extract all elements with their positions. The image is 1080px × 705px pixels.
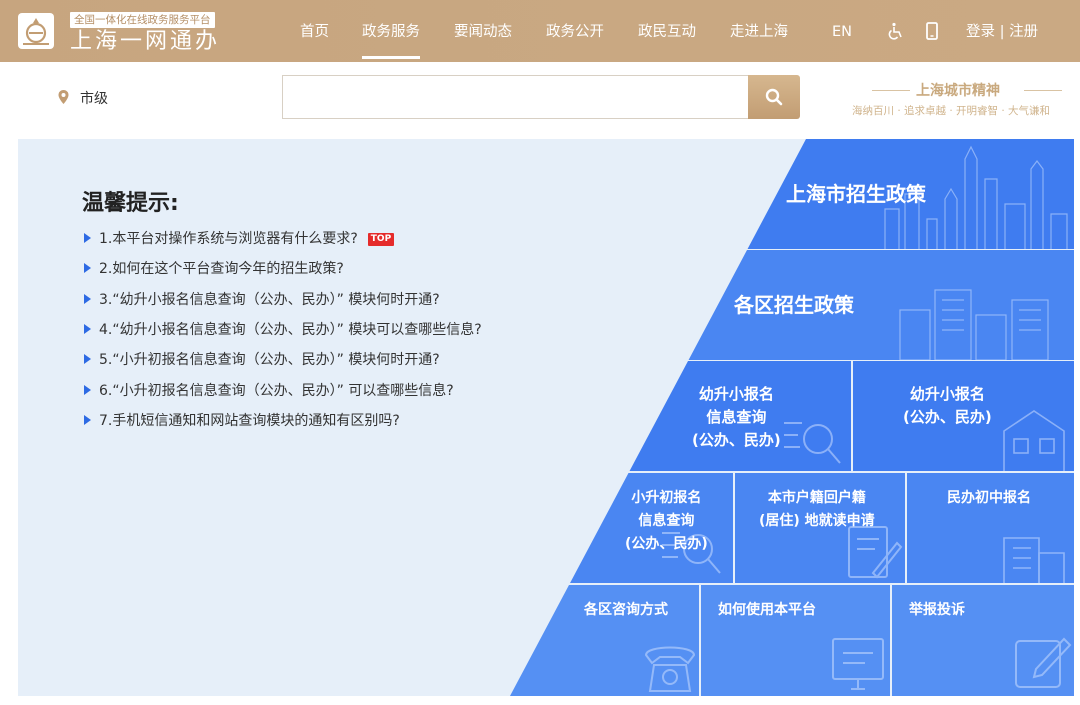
- mobile-phone-icon[interactable]: [923, 22, 941, 40]
- triangle-bullet-icon: [84, 294, 91, 304]
- tile-k1-query-label: 幼升小报名 信息查询 (公办、民办): [692, 385, 781, 449]
- tip-link[interactable]: 4.“幼升小报名信息查询（公办、民办）” 模块可以查哪些信息?: [84, 319, 482, 339]
- tip-link[interactable]: 1.本平台对操作系统与浏览器有什么要求? TOP: [84, 228, 395, 248]
- tile-district-contact-label: 各区咨询方式: [584, 602, 668, 618]
- triangle-bullet-icon: [84, 354, 91, 364]
- tile-k1-apply-label: 幼升小报名 (公办、民办): [903, 385, 992, 426]
- tile-k1-apply[interactable]: 幼升小报名 (公办、民办): [853, 361, 1074, 471]
- triangle-bullet-icon: [84, 324, 91, 334]
- tile-city-policy-label: 上海市招生政策: [786, 182, 926, 206]
- tip-link[interactable]: 2.如何在这个平台查询今年的招生政策?: [84, 258, 344, 278]
- location-pin-icon: [58, 90, 69, 104]
- nav-item-gov-public[interactable]: 政务公开: [546, 0, 604, 62]
- login-register-link[interactable]: 登录 | 注册: [966, 0, 1038, 62]
- search-input[interactable]: [282, 75, 748, 119]
- tip-link[interactable]: 6.“小升初报名信息查询（公办、民办）” 可以查哪些信息?: [84, 380, 454, 400]
- logo-icon[interactable]: [18, 13, 54, 49]
- location-selector[interactable]: 市级: [80, 88, 108, 108]
- tile-district-policy-label: 各区招生政策: [734, 293, 854, 317]
- monitor-icon: [832, 638, 884, 690]
- search-icon: [765, 88, 783, 106]
- tip-link[interactable]: 3.“幼升小报名信息查询（公办、民办）” 模块何时开通?: [84, 289, 440, 309]
- tile-how-to-use[interactable]: 如何使用本平台: [701, 585, 890, 696]
- school-building-icon: [1003, 537, 1065, 583]
- tile-p6-query-label: 小升初报名 信息查询 (公办、民办): [625, 490, 708, 552]
- divider-line: [872, 90, 910, 91]
- triangle-bullet-icon: [84, 263, 91, 273]
- nav-item-home[interactable]: 首页: [300, 0, 329, 62]
- tile-private-middle[interactable]: 民办初中报名: [907, 473, 1074, 583]
- tile-hukou-return-label: 本市户籍回户籍 (居住) 地就读申请: [759, 490, 875, 529]
- school-building-icon: [1003, 410, 1065, 471]
- nav-item-about-shanghai[interactable]: 走进上海: [730, 0, 788, 62]
- tile-report-label: 举报投诉: [909, 602, 965, 618]
- triangle-bullet-icon: [84, 415, 91, 425]
- nav-item-interaction[interactable]: 政民互动: [638, 0, 696, 62]
- tips-title: 温馨提示:: [82, 191, 179, 216]
- logo-subtitle: 全国一体化在线政务服务平台: [70, 12, 215, 28]
- buildings-icon: [899, 289, 1049, 360]
- logo-title[interactable]: 上海一网通办: [70, 29, 220, 55]
- top-badge: TOP: [367, 233, 395, 246]
- wheelchair-icon[interactable]: [886, 22, 904, 40]
- edit-icon: [1015, 637, 1072, 688]
- tip-link[interactable]: 5.“小升初报名信息查询（公办、民办）” 模块何时开通?: [84, 349, 440, 369]
- magnifier-doc-icon: [784, 422, 841, 464]
- top-navigation-bar: 全国一体化在线政务服务平台 上海一网通办 首页 政务服务 要闻动态 政务公开 政…: [0, 0, 1080, 62]
- city-spirit-title: 上海城市精神: [916, 83, 1000, 99]
- tip-link[interactable]: 7.手机短信通知和网站查询模块的通知有区别吗?: [84, 410, 400, 430]
- tile-how-to-use-label: 如何使用本平台: [718, 602, 816, 618]
- nav-item-gov-services[interactable]: 政务服务: [362, 0, 420, 62]
- triangle-bullet-icon: [84, 385, 91, 395]
- search-button[interactable]: [748, 75, 800, 119]
- tile-report[interactable]: 举报投诉: [892, 585, 1074, 696]
- tile-hukou-return[interactable]: 本市户籍回户籍 (居住) 地就读申请: [735, 473, 905, 583]
- nav-item-english[interactable]: EN: [832, 0, 852, 62]
- triangle-bullet-icon: [84, 233, 91, 243]
- city-spirit-subtitle: 海纳百川 · 追求卓越 · 开明睿智 · 大气谦和: [852, 105, 1051, 117]
- divider-line: [1024, 90, 1062, 91]
- tile-private-middle-label: 民办初中报名: [947, 490, 1031, 506]
- nav-item-news[interactable]: 要闻动态: [454, 0, 512, 62]
- telephone-icon: [644, 646, 696, 692]
